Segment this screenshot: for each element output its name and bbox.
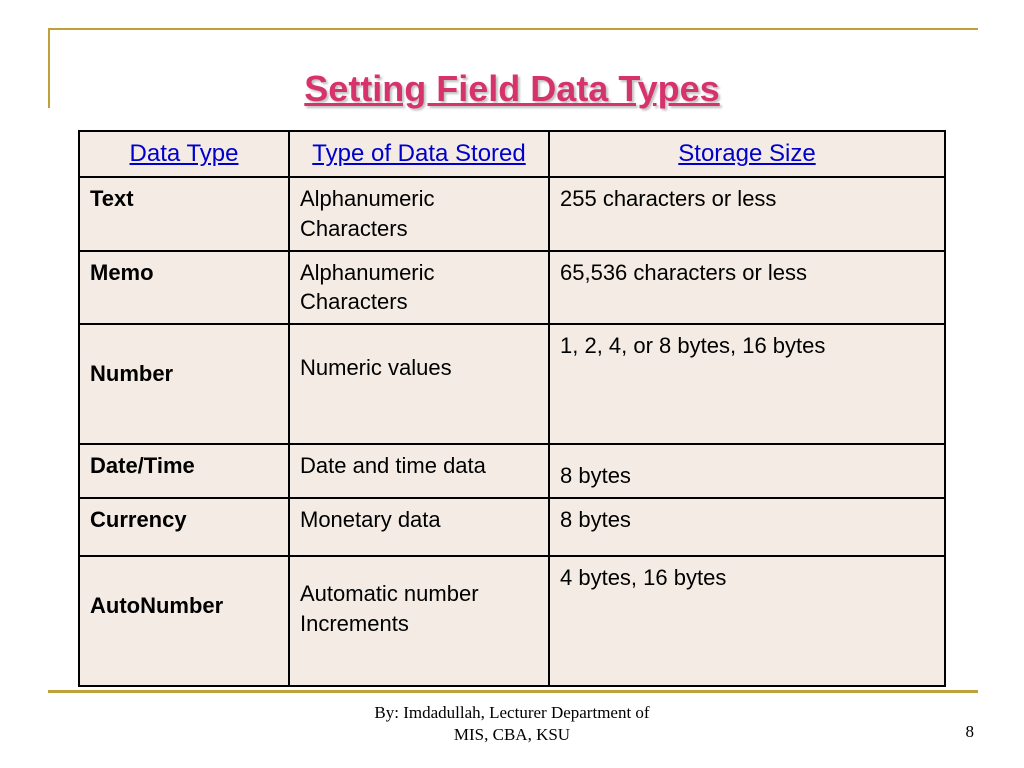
field-data-types-table: Data Type Type of Data Stored Storage Si… [78,130,946,687]
cell-size: 8 bytes [549,498,945,556]
cell-type: Currency [79,498,289,556]
table-row: Text Alphanumeric Characters 255 charact… [79,177,945,250]
cell-stored: Alphanumeric Characters [289,177,549,250]
header-data-type: Data Type [79,131,289,177]
table-row: Currency Monetary data 8 bytes [79,498,945,556]
cell-type: Number [79,324,289,444]
cell-stored: Alphanumeric Characters [289,251,549,324]
cell-size: 255 characters or less [549,177,945,250]
cell-stored: Automatic number Increments [289,556,549,686]
cell-type: Memo [79,251,289,324]
page-number: 8 [966,722,975,742]
slide-title: Setting Field Data Types [0,68,1024,110]
cell-stored: Monetary data [289,498,549,556]
table-header-row: Data Type Type of Data Stored Storage Si… [79,131,945,177]
cell-stored: Numeric values [289,324,549,444]
cell-size: 65,536 characters or less [549,251,945,324]
table-row: Number Numeric values 1, 2, 4, or 8 byte… [79,324,945,444]
cell-stored: Date and time data [289,444,549,498]
table-row: Memo Alphanumeric Characters 65,536 char… [79,251,945,324]
cell-size: 1, 2, 4, or 8 bytes, 16 bytes [549,324,945,444]
table-row: Date/Time Date and time data 8 bytes [79,444,945,498]
cell-type: Date/Time [79,444,289,498]
header-storage-size: Storage Size [549,131,945,177]
cell-type: AutoNumber [79,556,289,686]
header-type-stored: Type of Data Stored [289,131,549,177]
cell-size: 4 bytes, 16 bytes [549,556,945,686]
decorative-bottom-rule [48,690,978,693]
footer-credit: By: Imdadullah, Lecturer Department of M… [0,702,1024,746]
cell-size: 8 bytes [549,444,945,498]
cell-type: Text [79,177,289,250]
table-row: AutoNumber Automatic number Increments 4… [79,556,945,686]
